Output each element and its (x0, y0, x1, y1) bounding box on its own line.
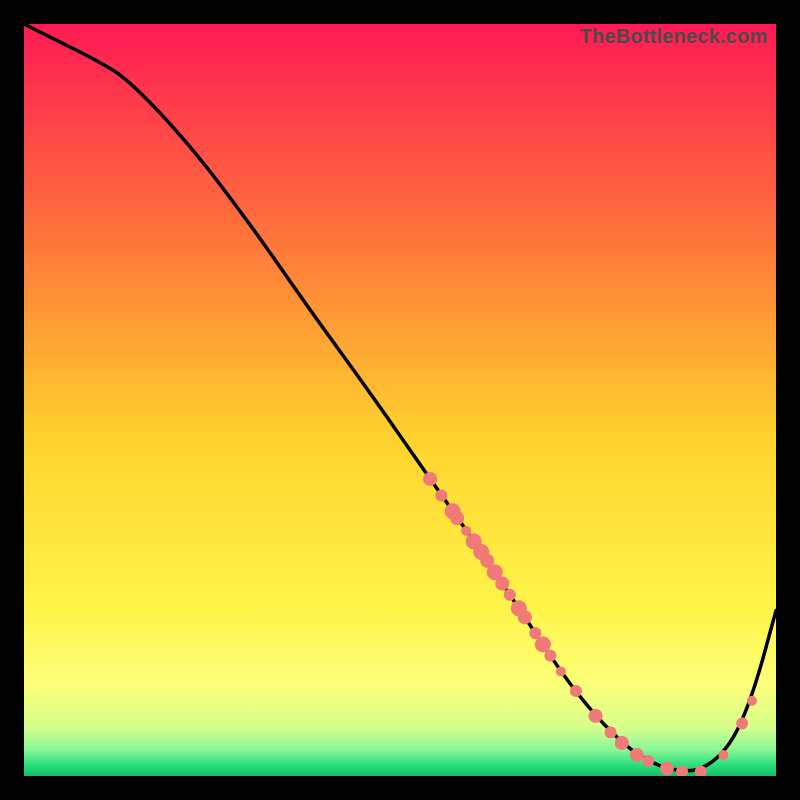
chart-canvas (24, 24, 776, 776)
data-marker (660, 761, 674, 775)
data-marker (518, 610, 532, 624)
data-marker (504, 589, 516, 601)
watermark-label: TheBottleneck.com (580, 26, 768, 49)
data-marker (630, 748, 644, 762)
data-marker (718, 750, 728, 760)
data-marker (615, 736, 629, 750)
data-marker (461, 526, 471, 536)
data-marker (435, 490, 447, 502)
data-marker (544, 650, 556, 662)
data-marker (589, 709, 603, 723)
gradient-background (24, 24, 776, 776)
chart-frame: TheBottleneck.com (24, 24, 776, 776)
data-marker (605, 726, 617, 738)
data-marker (747, 696, 757, 706)
data-marker (423, 472, 437, 486)
data-marker (556, 666, 566, 676)
data-marker (570, 685, 582, 697)
data-marker (495, 576, 509, 590)
data-marker (736, 717, 748, 729)
data-marker (642, 755, 654, 767)
data-marker (450, 511, 464, 525)
